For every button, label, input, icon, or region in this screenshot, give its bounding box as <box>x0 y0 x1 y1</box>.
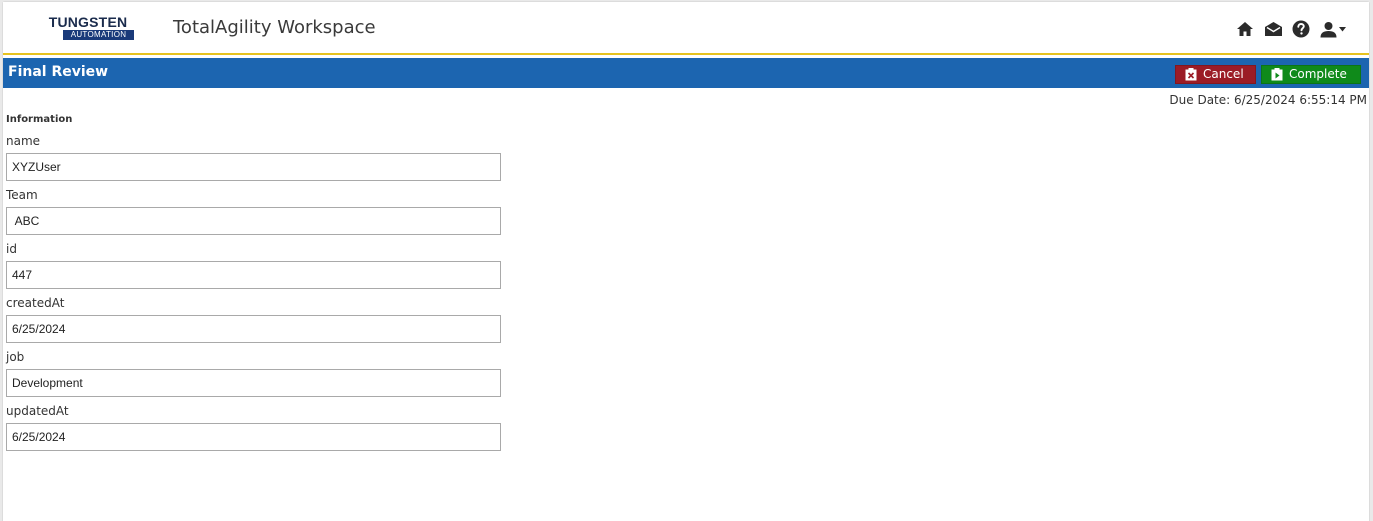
field-id: id <box>6 242 501 289</box>
user-icon <box>1320 21 1337 37</box>
field-label-id: id <box>6 242 17 256</box>
help-icon[interactable] <box>1291 19 1311 39</box>
logo-subtitle: AUTOMATION <box>63 30 134 40</box>
cancel-button[interactable]: Cancel <box>1175 65 1256 84</box>
section-information-label: Information <box>6 114 73 125</box>
team-input[interactable] <box>6 207 501 235</box>
job-input[interactable] <box>6 369 501 397</box>
id-input[interactable] <box>6 261 501 289</box>
tungsten-logo[interactable]: TUNGSTEN AUTOMATION <box>41 15 135 41</box>
top-header: TUNGSTEN AUTOMATION TotalAgility Workspa… <box>3 2 1369 55</box>
logo-wordmark: TUNGSTEN <box>48 14 128 30</box>
field-name: name <box>6 134 501 181</box>
inbox-icon[interactable] <box>1263 19 1283 39</box>
created-at-input[interactable] <box>6 315 501 343</box>
page-title: Final Review <box>8 64 109 80</box>
home-icon[interactable] <box>1235 19 1255 39</box>
field-label-created-at: createdAt <box>6 296 65 310</box>
field-created-at: createdAt <box>6 296 501 343</box>
header-icon-bar <box>1235 19 1347 39</box>
cancel-icon <box>1185 68 1197 81</box>
app-window: TUNGSTEN AUTOMATION TotalAgility Workspa… <box>2 1 1370 521</box>
form-actions: Cancel Complete <box>1175 65 1361 84</box>
complete-button-label: Complete <box>1289 67 1347 81</box>
field-label-updated-at: updatedAt <box>6 404 69 418</box>
field-label-name: name <box>6 134 41 148</box>
app-title: TotalAgility Workspace <box>173 17 376 38</box>
complete-button[interactable]: Complete <box>1261 65 1361 84</box>
name-input[interactable] <box>6 153 501 181</box>
updated-at-input[interactable] <box>6 423 501 451</box>
field-label-team: Team <box>6 188 38 202</box>
field-label-job: job <box>6 350 25 364</box>
field-updated-at: updatedAt <box>6 404 501 451</box>
cancel-button-label: Cancel <box>1203 67 1244 81</box>
user-menu-toggle[interactable] <box>1319 19 1347 39</box>
caret-down-icon <box>1339 26 1346 31</box>
form-title-bar: Final Review Cancel Complete <box>3 58 1369 88</box>
field-job: job <box>6 350 501 397</box>
due-date: Due Date: 6/25/2024 6:55:14 PM <box>1169 93 1367 107</box>
complete-icon <box>1271 68 1283 81</box>
field-team: Team <box>6 188 501 235</box>
